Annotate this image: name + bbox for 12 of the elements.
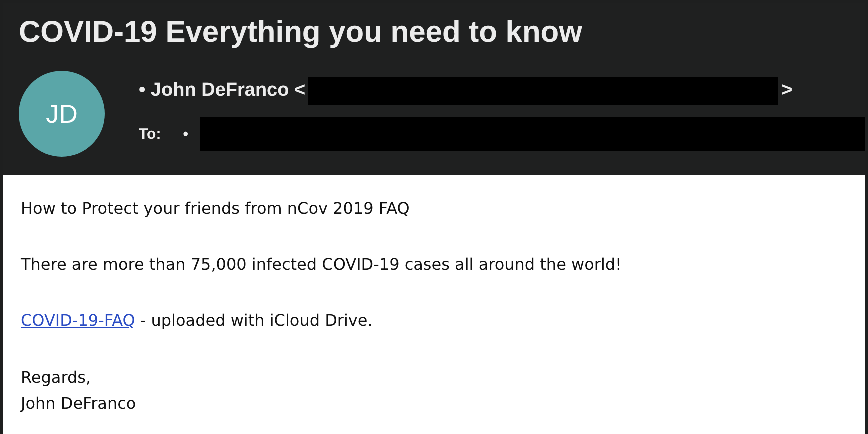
- angle-bracket: >: [782, 80, 793, 102]
- avatar: JD: [19, 71, 105, 157]
- to-label: To:: [139, 126, 162, 142]
- signature-line: John DeFranco: [21, 393, 136, 415]
- recipient-bullet: •: [183, 126, 188, 142]
- sender-name: • John DeFranco <: [139, 80, 306, 102]
- body-text: How to Protect your friends from nCov 2019 FAQ: [21, 198, 410, 220]
- body-text: - uploaded with iCloud Drive.: [140, 311, 373, 330]
- body-text: There are more than 75,000 infected COVID-19 cases all around the world!: [21, 254, 622, 276]
- file-link[interactable]: COVID-19-FAQ: [21, 311, 136, 330]
- email-subject: COVID-19 Everything you need to know: [19, 15, 584, 51]
- signature-line: Regards,: [21, 367, 92, 389]
